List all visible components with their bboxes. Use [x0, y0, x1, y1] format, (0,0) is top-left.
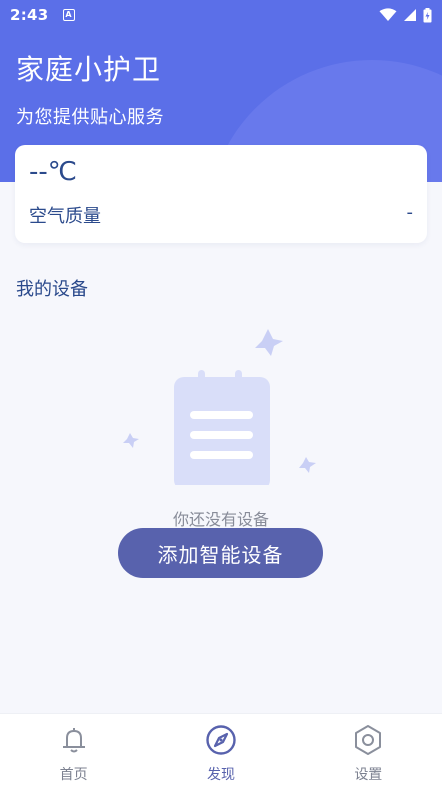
signal-icon [404, 9, 416, 21]
nav-label-discover: 发现 [206, 767, 235, 783]
add-smart-device-button[interactable]: 添加智能设备 [118, 528, 323, 578]
app-subtitle: 为您提供贴心服务 [16, 107, 164, 128]
wifi-icon [379, 8, 397, 21]
status-icons [379, 7, 432, 23]
nav-item-settings[interactable]: 设置 [295, 714, 442, 787]
nav-item-discover[interactable]: 发现 [147, 714, 294, 787]
temperature-value: --℃ [29, 157, 77, 187]
bell-icon [58, 724, 90, 756]
nav-label-home: 首页 [59, 767, 88, 783]
app-title: 家庭小护卫 [16, 53, 162, 86]
empty-notepad-icon [123, 329, 316, 485]
bottom-nav: 首页 发现 设置 [0, 713, 442, 787]
compass-icon [205, 724, 237, 756]
status-bar: 2:43 A [0, 0, 442, 30]
empty-devices-text: 你还没有设备 [172, 510, 269, 529]
my-devices-title: 我的设备 [16, 279, 88, 300]
nav-item-home[interactable]: 首页 [0, 714, 147, 787]
notification-badge-icon: A [62, 9, 75, 21]
status-time: 2:43 [10, 6, 49, 24]
nav-label-settings: 设置 [354, 767, 383, 783]
hexagon-gear-icon [352, 724, 384, 756]
air-quality-value: - [406, 202, 414, 223]
weather-card[interactable]: --℃ 空气质量 - [15, 145, 427, 243]
battery-icon [423, 7, 432, 22]
air-quality-label: 空气质量 [29, 206, 101, 227]
